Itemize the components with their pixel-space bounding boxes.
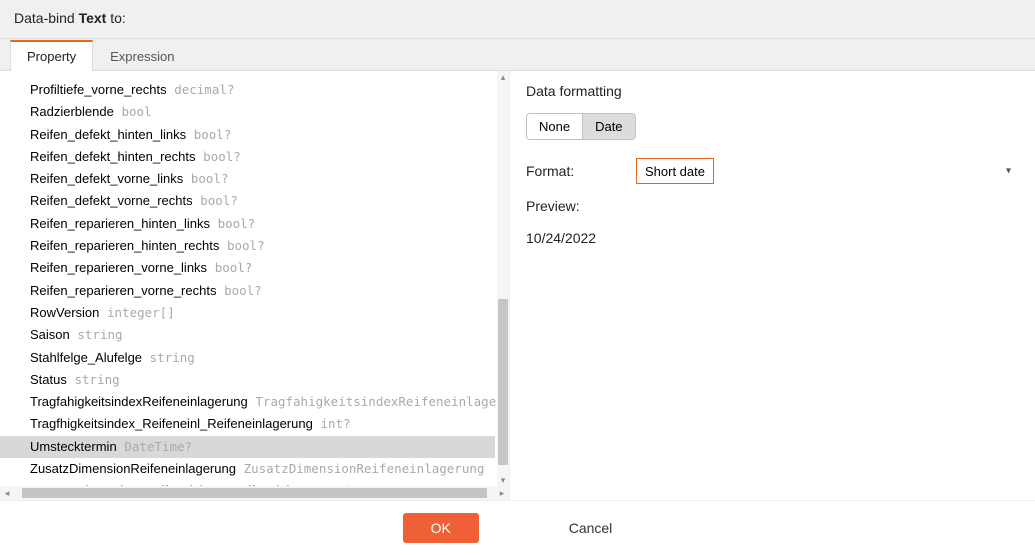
title-prefix: Data-bind [14, 10, 79, 26]
property-name: Status [30, 372, 67, 387]
property-name: Saison [30, 327, 70, 342]
tab-property[interactable]: Property [10, 40, 93, 71]
property-type: bool? [224, 283, 262, 298]
format-row: Format: Short date [526, 158, 1019, 184]
property-row[interactable]: Reifen_defekt_hinten_links bool? [0, 124, 495, 146]
scroll-left-icon[interactable]: ◂ [0, 486, 14, 500]
vertical-scroll-thumb[interactable] [498, 299, 508, 465]
property-type: string [150, 350, 195, 365]
property-row[interactable]: Reifen_reparieren_vorne_links bool? [0, 257, 495, 279]
property-list-viewport[interactable]: Profiltiefe_vorne_rechts decimal?Radzier… [0, 71, 509, 486]
property-row[interactable]: Reifen_reparieren_hinten_links bool? [0, 213, 495, 235]
property-row[interactable]: Umstecktermin DateTime? [0, 436, 495, 458]
property-name: Reifen_reparieren_vorne_rechts [30, 283, 216, 298]
title-bold: Text [79, 10, 107, 26]
property-type: bool? [203, 149, 241, 164]
property-name: Radzierblende [30, 104, 114, 119]
tab-label: Expression [110, 49, 174, 64]
property-name: Umstecktermin [30, 439, 117, 454]
preview-label: Preview: [526, 198, 1019, 214]
property-row[interactable]: Tragfhigkeitsindex_Reifeneinl_Reifeneinl… [0, 413, 495, 435]
property-name: Tragfhigkeitsindex_Reifeneinl_Reifeneinl… [30, 416, 313, 431]
property-name: Reifen_defekt_vorne_rechts [30, 193, 193, 208]
property-type: ZusatzDimensionReifeneinlagerung [244, 461, 485, 476]
property-row[interactable]: Reifen_reparieren_hinten_rechts bool? [0, 235, 495, 257]
property-row[interactable]: RowVersion integer[] [0, 302, 495, 324]
property-type: integer[] [107, 305, 175, 320]
mode-date-label: Date [595, 119, 622, 134]
property-name: ZusatzDimensionReifeneinlagerung [30, 461, 236, 476]
property-row[interactable]: Reifen_defekt_hinten_rechts bool? [0, 146, 495, 168]
property-type: bool? [218, 216, 256, 231]
tab-label: Property [27, 49, 76, 64]
cancel-button[interactable]: Cancel [549, 513, 633, 543]
tab-bar: Property Expression [0, 39, 1035, 71]
property-row[interactable]: ZusatzDimensionReifeneinlagerung ZusatzD… [0, 458, 495, 480]
property-type: string [74, 372, 119, 387]
scroll-down-icon[interactable]: ▾ [497, 474, 509, 486]
title-suffix: to: [106, 10, 125, 26]
property-row[interactable]: Reifen_defekt_vorne_links bool? [0, 168, 495, 190]
property-row[interactable]: Reifen_defekt_vorne_rechts bool? [0, 190, 495, 212]
property-type: string [77, 327, 122, 342]
format-label: Format: [526, 163, 636, 179]
format-select-wrap: Short date [636, 158, 1019, 184]
property-type: int? [320, 416, 350, 431]
ok-button[interactable]: OK [403, 513, 479, 543]
property-type: bool? [194, 127, 232, 142]
ok-label: OK [431, 520, 451, 536]
preview-value: 10/24/2022 [526, 230, 1019, 246]
horizontal-scrollbar[interactable]: ◂ ▸ [0, 486, 509, 500]
tab-expression[interactable]: Expression [93, 40, 191, 71]
property-type: bool [121, 104, 151, 119]
property-list: Profiltiefe_vorne_rechts decimal?Radzier… [0, 79, 495, 486]
dialog-title: Data-bind Text to: [0, 0, 1035, 38]
property-type: bool? [191, 171, 229, 186]
property-name: TragfahigkeitsindexReifeneinlagerung [30, 394, 248, 409]
property-name: RowVersion [30, 305, 99, 320]
property-name: Reifen_defekt_hinten_rechts [30, 149, 196, 164]
mode-none-button[interactable]: None [527, 114, 582, 139]
formatting-title: Data formatting [526, 83, 1019, 99]
property-row[interactable]: TragfahigkeitsindexReifeneinlagerung Tra… [0, 391, 495, 413]
property-panel: Profiltiefe_vorne_rechts decimal?Radzier… [0, 71, 510, 500]
property-row[interactable]: Status string [0, 369, 495, 391]
format-mode-group: None Date [526, 113, 636, 140]
property-row[interactable]: Profiltiefe_vorne_rechts decimal? [0, 79, 495, 101]
cancel-label: Cancel [569, 520, 613, 536]
property-name: Reifen_reparieren_hinten_rechts [30, 238, 219, 253]
property-name: Reifen_reparieren_hinten_links [30, 216, 210, 231]
property-type: bool? [200, 193, 238, 208]
mode-none-label: None [539, 119, 570, 134]
property-row[interactable]: Radzierblende bool [0, 101, 495, 123]
property-row[interactable]: Stahlfelge_Alufelge string [0, 347, 495, 369]
databind-dialog: Data-bind Text to: Property Expression P… [0, 0, 1035, 555]
property-type: bool? [215, 260, 253, 275]
property-name: Reifen_defekt_vorne_links [30, 171, 183, 186]
horizontal-scroll-thumb[interactable] [22, 488, 487, 498]
dialog-body: Profiltiefe_vorne_rechts decimal?Radzier… [0, 71, 1035, 500]
property-type: decimal? [174, 82, 234, 97]
property-row[interactable]: Saison string [0, 324, 495, 346]
property-name: Reifen_reparieren_vorne_links [30, 260, 207, 275]
mode-date-button[interactable]: Date [582, 114, 634, 139]
property-name: Reifen_defekt_hinten_links [30, 127, 186, 142]
formatting-panel: Data formatting None Date Format: Short … [510, 71, 1035, 500]
scroll-up-icon[interactable]: ▴ [497, 71, 509, 83]
property-row[interactable]: Reifen_reparieren_vorne_rechts bool? [0, 280, 495, 302]
property-name: Stahlfelge_Alufelge [30, 350, 142, 365]
property-name: Profiltiefe_vorne_rechts [30, 82, 167, 97]
format-select[interactable]: Short date [636, 158, 714, 184]
property-type: bool? [227, 238, 265, 253]
property-type: TragfahigkeitsindexReifeneinlagerung [255, 394, 509, 409]
dialog-footer: OK Cancel [0, 500, 1035, 555]
scroll-right-icon[interactable]: ▸ [495, 486, 509, 500]
vertical-scrollbar[interactable]: ▴ ▾ [497, 71, 509, 486]
property-type: DateTime? [124, 439, 192, 454]
